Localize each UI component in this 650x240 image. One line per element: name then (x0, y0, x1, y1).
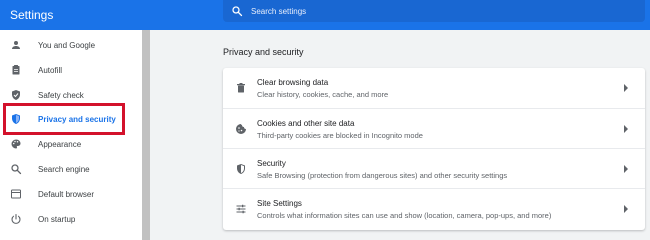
top-bar: Settings (0, 0, 650, 30)
sidebar-item-label: Privacy and security (38, 114, 116, 124)
row-cookies-and-site-data[interactable]: Cookies and other site data Third-party … (223, 108, 645, 148)
chevron-right-icon (624, 125, 628, 133)
row-description: Clear history, cookies, cache, and more (257, 90, 389, 99)
cookie-icon (235, 123, 247, 135)
sidebar-item-privacy-and-security[interactable]: Privacy and security (0, 107, 140, 131)
sidebar-item-appearance[interactable]: Appearance (0, 132, 140, 156)
row-site-settings[interactable]: Site Settings Controls what information … (223, 188, 645, 228)
chevron-right-icon (624, 205, 628, 213)
power-icon (10, 213, 22, 225)
row-description: Safe Browsing (protection from dangerous… (257, 171, 508, 180)
row-title: Security (257, 159, 286, 168)
row-title: Site Settings (257, 199, 302, 208)
row-security[interactable]: Security Safe Browsing (protection from … (223, 148, 645, 188)
privacy-card: Clear browsing data Clear history, cooki… (223, 68, 645, 230)
chevron-right-icon (624, 165, 628, 173)
sidebar-item-label: Autofill (38, 65, 63, 75)
app-title: Settings (10, 8, 54, 22)
sidebar-item-label: Default browser (38, 189, 95, 199)
sidebar-item-label: Search engine (38, 164, 90, 174)
row-clear-browsing-data[interactable]: Clear browsing data Clear history, cooki… (223, 68, 645, 108)
sidebar-item-safety-check[interactable]: Safety check (0, 83, 140, 107)
sidebar-item-you-and-google[interactable]: You and Google (0, 33, 140, 57)
shield-check-icon (10, 89, 22, 101)
row-title: Cookies and other site data (257, 119, 355, 128)
chevron-right-icon (624, 84, 628, 92)
shield-icon (10, 113, 22, 125)
shield-icon (235, 163, 247, 175)
sidebar-item-on-startup[interactable]: On startup (0, 207, 140, 231)
person-icon (10, 39, 22, 51)
sidebar-item-default-browser[interactable]: Default browser (0, 182, 140, 206)
browser-icon (10, 188, 22, 200)
sidebar-item-autofill[interactable]: Autofill (0, 58, 140, 82)
clipboard-icon (10, 64, 22, 76)
search-box[interactable] (223, 0, 645, 22)
trash-icon (235, 82, 247, 94)
sidebar-item-label: You and Google (38, 40, 96, 50)
row-description: Third-party cookies are blocked in Incog… (257, 131, 423, 140)
search-icon (232, 6, 243, 17)
palette-icon (10, 138, 22, 150)
sidebar-item-label: Appearance (38, 139, 82, 149)
sidebar-scrollbar[interactable] (142, 30, 150, 240)
search-icon (10, 163, 22, 175)
sidebar-item-search-engine[interactable]: Search engine (0, 157, 140, 181)
row-title: Clear browsing data (257, 78, 329, 87)
row-description: Controls what information sites can use … (257, 211, 552, 220)
search-input[interactable] (251, 4, 631, 18)
section-title: Privacy and security (223, 47, 304, 57)
sidebar-item-label: Safety check (38, 90, 84, 100)
tune-icon (235, 203, 247, 215)
sidebar-item-label: On startup (38, 214, 76, 224)
